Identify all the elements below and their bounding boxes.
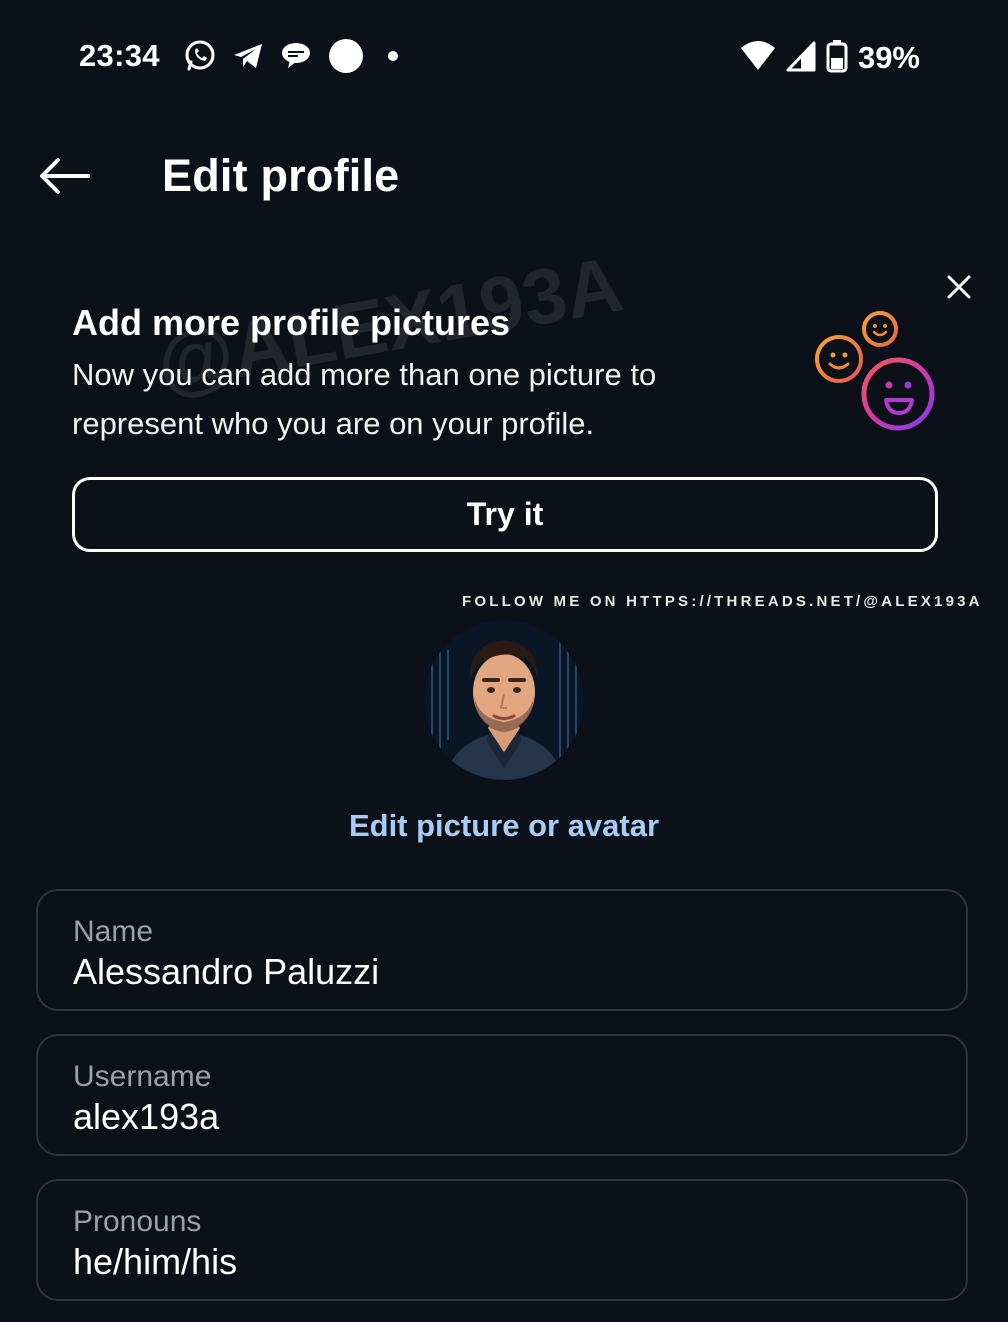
status-notification-icons	[182, 38, 408, 78]
telegram-icon	[230, 38, 266, 79]
whatsapp-icon	[182, 38, 218, 79]
wifi-icon	[740, 40, 776, 77]
try-it-button[interactable]: Try it	[72, 477, 938, 552]
battery-icon	[826, 39, 848, 78]
edit-picture-link[interactable]: Edit picture or avatar	[0, 808, 1008, 844]
name-field[interactable]: Name Alessandro Paluzzi	[36, 889, 968, 1011]
status-system-icons: 39%	[740, 38, 920, 78]
pronouns-label: Pronouns	[73, 1205, 202, 1238]
status-time: 23:34	[79, 38, 160, 73]
dismiss-banner-button[interactable]	[940, 270, 978, 308]
username-label: Username	[73, 1060, 212, 1093]
name-value[interactable]: Alessandro Paluzzi	[73, 951, 379, 993]
page-title: Edit profile	[162, 150, 400, 201]
name-label: Name	[73, 915, 154, 948]
username-field[interactable]: Username alex193a	[36, 1034, 968, 1156]
username-value[interactable]: alex193a	[73, 1096, 219, 1138]
threads-chat-icon	[278, 38, 314, 79]
follow-note: FOLLOW ME ON HTTPS://THREADS.NET/@ALEX19…	[462, 593, 983, 610]
signal-icon	[786, 40, 816, 77]
back-button[interactable]	[34, 152, 94, 204]
arrow-left-icon	[36, 156, 92, 201]
avatar[interactable]	[424, 620, 584, 780]
dot-icon	[378, 41, 408, 76]
circle-icon	[326, 36, 366, 81]
pronouns-value[interactable]: he/him/his	[73, 1241, 237, 1283]
battery-percentage: 39%	[857, 40, 920, 75]
banner-title: Add more profile pictures	[72, 302, 511, 343]
smiley-faces-icon	[812, 308, 940, 434]
pronouns-field[interactable]: Pronouns he/him/his	[36, 1179, 968, 1301]
close-icon	[946, 274, 972, 305]
banner-description: Now you can add more than one picture to…	[72, 357, 657, 441]
